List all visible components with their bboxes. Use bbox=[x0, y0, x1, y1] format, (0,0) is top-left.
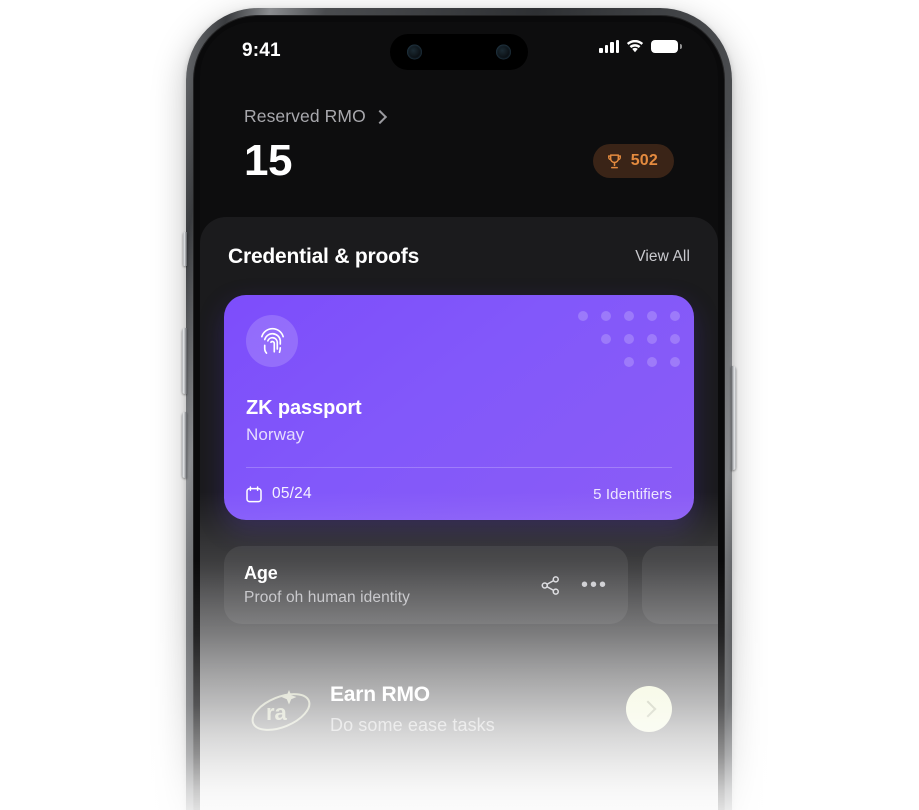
credential-date-group: 05/24 bbox=[246, 485, 312, 503]
proof-row-next[interactable]: ••• bbox=[642, 546, 718, 624]
svg-text:ra: ra bbox=[266, 700, 288, 725]
proof-row-age[interactable]: Age Proof oh human identity ••• bbox=[224, 546, 628, 624]
front-camera-icon bbox=[407, 44, 422, 60]
more-options-icon[interactable]: ••• bbox=[581, 575, 608, 595]
credential-badge bbox=[246, 315, 298, 367]
dot-row bbox=[578, 311, 680, 321]
share-icon[interactable] bbox=[540, 575, 561, 596]
wifi-icon bbox=[626, 40, 644, 53]
silent-switch-button[interactable] bbox=[183, 232, 187, 266]
earn-rmo-subtitle: Do some ease tasks bbox=[330, 714, 495, 735]
battery-icon bbox=[651, 40, 682, 53]
reserved-rmo-label: Reserved RMO bbox=[244, 106, 366, 126]
phone-device-frame: 9:41 Reserved RMO 15 502 Credential & pr… bbox=[182, 8, 736, 810]
dynamic-island bbox=[390, 34, 528, 70]
trophy-points-badge[interactable]: 502 bbox=[592, 144, 674, 178]
earn-rmo-banner[interactable]: ra Earn RMO Do some ease tasks bbox=[224, 654, 694, 764]
earn-rmo-title: Earn RMO bbox=[330, 682, 430, 706]
calendar-icon bbox=[246, 485, 262, 502]
reserved-rmo-link[interactable]: Reserved RMO bbox=[244, 106, 674, 127]
panel-title: Credential & proofs bbox=[228, 245, 420, 268]
status-bar-time: 9:41 bbox=[242, 40, 281, 61]
fingerprint-icon bbox=[260, 327, 284, 354]
credentials-panel: Credential & proofs View All ZK passport… bbox=[200, 217, 718, 805]
volume-down-button[interactable] bbox=[182, 412, 187, 478]
proof-row-text: Age Proof oh human identity bbox=[244, 563, 410, 607]
credential-identifiers-count: 5 Identifiers bbox=[593, 485, 672, 503]
credential-card-divider bbox=[246, 467, 672, 468]
trophy-points-count: 502 bbox=[630, 152, 658, 169]
amount-row: 15 502 bbox=[244, 139, 674, 183]
phone-screen: 9:41 Reserved RMO 15 502 Credential & pr… bbox=[200, 22, 718, 810]
face-id-sensor-icon bbox=[496, 44, 511, 60]
earn-rmo-go-button[interactable] bbox=[626, 686, 672, 732]
credential-country: Norway bbox=[246, 425, 305, 444]
proof-list: Age Proof oh human identity ••• bbox=[224, 546, 718, 624]
status-bar: 9:41 bbox=[200, 22, 718, 80]
credential-card[interactable]: ZK passport Norway 05/24 5 Identifiers bbox=[224, 295, 694, 520]
view-all-button[interactable]: View All bbox=[635, 248, 690, 266]
dot-row bbox=[601, 334, 680, 344]
status-bar-indicators bbox=[599, 40, 682, 53]
earn-rmo-text: Earn RMO Do some ease tasks bbox=[330, 683, 495, 736]
dot-pattern-decoration bbox=[578, 311, 680, 367]
screenshot-stage: 9:41 Reserved RMO 15 502 Credential & pr… bbox=[0, 0, 919, 810]
signal-bars-icon bbox=[599, 40, 619, 53]
proof-subtitle: Proof oh human identity bbox=[244, 589, 411, 606]
app-root: 9:41 Reserved RMO 15 502 Credential & pr… bbox=[200, 22, 718, 810]
chevron-right-icon bbox=[639, 700, 656, 718]
chevron-right-icon bbox=[372, 109, 387, 125]
power-button[interactable] bbox=[731, 366, 736, 470]
trophy-icon bbox=[607, 153, 621, 168]
app-header: Reserved RMO 15 502 bbox=[200, 80, 718, 183]
credential-name: ZK passport bbox=[246, 397, 362, 419]
credential-date: 05/24 bbox=[272, 485, 312, 502]
proof-title: Age bbox=[244, 563, 278, 583]
rarimo-logo-icon: ra bbox=[244, 672, 318, 746]
credential-card-footer: 05/24 5 Identifiers bbox=[246, 485, 672, 503]
reserved-amount: 15 bbox=[244, 136, 292, 185]
volume-up-button[interactable] bbox=[182, 328, 187, 394]
credentials-panel-header: Credential & proofs View All bbox=[224, 245, 694, 269]
dot-row bbox=[624, 357, 680, 367]
proof-actions: ••• bbox=[540, 575, 608, 596]
